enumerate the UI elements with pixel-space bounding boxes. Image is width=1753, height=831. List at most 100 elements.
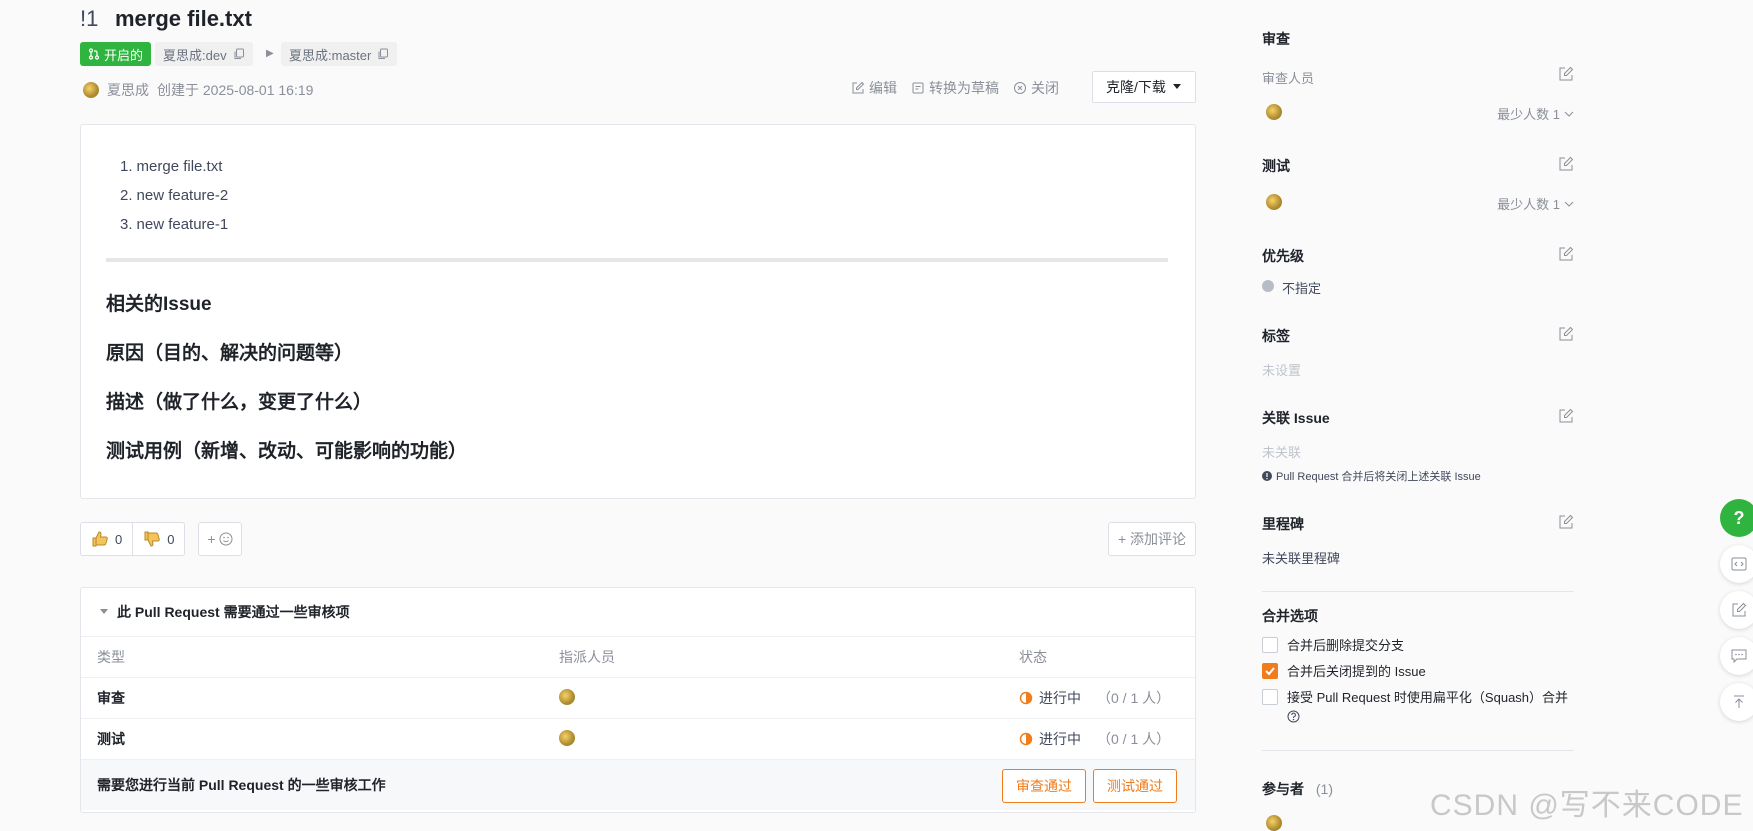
labels-title: 标签: [1262, 328, 1290, 344]
avatar[interactable]: [83, 82, 99, 98]
testers-min-dropdown[interactable]: 最少人数 1: [1497, 194, 1574, 213]
in-progress-icon: [1019, 691, 1033, 705]
close-pr-button[interactable]: 关闭: [1013, 78, 1059, 98]
edit-icon[interactable]: [1558, 246, 1574, 262]
row-type: 测试: [97, 731, 125, 747]
table-row: 测试 进行中 （0 / 1 人）: [81, 719, 1195, 760]
issue-note: Pull Request 合并后将关闭上述关联 Issue: [1262, 468, 1481, 484]
author-name[interactable]: 夏思成: [107, 80, 149, 100]
arrow-right-icon: ▶: [266, 48, 274, 59]
assignee-avatar[interactable]: [559, 729, 575, 749]
list-item: 3. new feature-1: [120, 216, 229, 233]
pr-number: !1: [80, 6, 99, 31]
draft-icon: [911, 81, 925, 95]
close-issue-label: 合并后关闭提到的 Issue: [1287, 664, 1426, 679]
convert-draft-button[interactable]: 转换为草稿: [911, 78, 999, 98]
caret-down-icon: [1172, 84, 1182, 90]
chevron-down-icon: [1564, 201, 1574, 207]
tester-avatar[interactable]: [1266, 194, 1282, 210]
code-icon: [1731, 557, 1747, 571]
thumbs-down-button[interactable]: 0: [132, 523, 184, 555]
draft-label: 转换为草稿: [929, 80, 999, 96]
source-branch-label: 夏思成:dev: [163, 47, 227, 63]
status-badge: 开启的: [80, 42, 152, 66]
status-count: （0 / 1 人）: [1097, 731, 1171, 747]
table-header: 类型 指派人员 状态: [81, 637, 1195, 678]
edit-icon[interactable]: [1558, 514, 1574, 530]
add-emoji-button[interactable]: +: [198, 522, 242, 556]
help-button[interactable]: ?: [1720, 499, 1753, 537]
status-text: 进行中: [1039, 690, 1081, 706]
edit-icon[interactable]: [1558, 66, 1574, 82]
info-icon: [1262, 471, 1272, 481]
back-to-top-button[interactable]: [1720, 683, 1753, 721]
review-heading: 此 Pull Request 需要通过一些审核项: [117, 604, 350, 620]
divider: [1262, 750, 1574, 751]
edit-icon[interactable]: [1558, 326, 1574, 342]
edit-button[interactable]: 编辑: [851, 78, 897, 98]
reactions: 0 0: [80, 522, 186, 556]
close-label: 关闭: [1031, 80, 1059, 96]
divider: [1262, 591, 1574, 592]
participants-count: (1): [1315, 781, 1334, 797]
copy-icon[interactable]: [377, 48, 389, 60]
test-title: 测试: [1262, 158, 1290, 174]
edit-icon[interactable]: [1558, 408, 1574, 424]
status-count: （0 / 1 人）: [1097, 690, 1171, 706]
approve-review-button[interactable]: 审查通过: [1002, 769, 1086, 803]
help-icon[interactable]: [1287, 710, 1300, 723]
pr-meta: 夏思成 创建于 2025-08-01 16:19: [83, 80, 313, 100]
clone-download-button[interactable]: 克隆/下载: [1092, 71, 1196, 103]
target-branch[interactable]: 夏思成:master: [281, 42, 398, 66]
min-people-label: 最少人数 1: [1497, 197, 1560, 212]
copy-icon[interactable]: [233, 48, 245, 60]
col-assignee: 指派人员: [559, 649, 615, 665]
review-panel-header[interactable]: 此 Pull Request 需要通过一些审核项: [81, 588, 1195, 637]
target-branch-label: 夏思成:master: [289, 47, 372, 63]
review-footer: 需要您进行当前 Pull Request 的一些审核工作 审查通过 测试通过: [81, 760, 1195, 810]
row-status: 进行中 （0 / 1 人）: [1019, 729, 1170, 749]
reviewers-min-dropdown[interactable]: 最少人数 1: [1497, 104, 1574, 123]
participant-avatar[interactable]: [1266, 815, 1282, 831]
assignee-avatar[interactable]: [559, 688, 575, 708]
comment-button[interactable]: [1720, 637, 1753, 675]
thumbs-up-button[interactable]: 0: [81, 523, 132, 555]
chevron-down-icon: [1564, 111, 1574, 117]
commit-list: 1. merge file.txt 2. new feature-2 3. new f…: [120, 152, 228, 239]
edit-note-button[interactable]: [1720, 591, 1753, 629]
reviewers-label: 审查人员: [1262, 71, 1315, 86]
row-status: 进行中 （0 / 1 人）: [1019, 688, 1170, 708]
pr-title: merge file.txt: [115, 6, 252, 31]
merge-options-title: 合并选项: [1262, 608, 1318, 624]
table-row: 审查 进行中 （0 / 1 人）: [81, 678, 1195, 719]
milestone-title: 里程碑: [1262, 516, 1304, 532]
delete-branch-label: 合并后删除提交分支: [1287, 638, 1405, 653]
thumbs-up-count: 0: [115, 531, 123, 547]
source-branch[interactable]: 夏思成:dev: [155, 42, 253, 66]
reviewer-avatar[interactable]: [1266, 104, 1282, 120]
list-item: 2. new feature-2: [120, 187, 229, 204]
review-footer-message: 需要您进行当前 Pull Request 的一些审核工作: [97, 777, 386, 793]
approve-test-button[interactable]: 测试通过: [1093, 769, 1177, 803]
edit-icon[interactable]: [1558, 156, 1574, 172]
close-issue-checkbox[interactable]: [1262, 663, 1278, 679]
thumbs-down-icon: [143, 530, 161, 548]
review-title: 审查: [1262, 31, 1290, 47]
priority-title: 优先级: [1262, 248, 1304, 264]
smiley-icon: [219, 532, 233, 546]
row-type: 审查: [97, 690, 125, 706]
clone-label: 克隆/下载: [1106, 79, 1166, 95]
heading-description: 描述（做了什么，变更了什么）: [106, 392, 373, 413]
squash-checkbox[interactable]: [1262, 689, 1278, 705]
col-type: 类型: [97, 649, 125, 665]
min-people-label: 最少人数 1: [1497, 107, 1560, 122]
delete-branch-checkbox[interactable]: [1262, 637, 1278, 653]
status-label: 开启的: [104, 47, 144, 63]
watermark: CSDN @写不来CODE: [1430, 789, 1744, 822]
divider: [106, 258, 1168, 262]
priority-value: 不指定: [1282, 281, 1322, 296]
add-comment-button[interactable]: + 添加评论: [1108, 522, 1196, 556]
code-button[interactable]: [1720, 545, 1753, 583]
arrow-up-icon: [1732, 695, 1746, 709]
review-panel: 此 Pull Request 需要通过一些审核项 类型 指派人员 状态 审查 进…: [80, 587, 1196, 813]
